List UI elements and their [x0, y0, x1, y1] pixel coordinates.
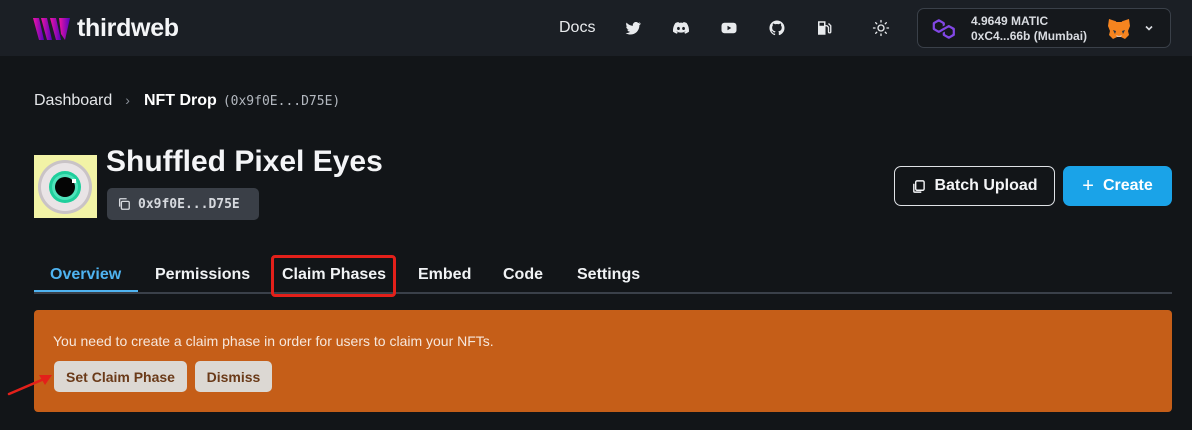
thirdweb-logo-icon: [33, 17, 70, 40]
tab-code[interactable]: Code: [503, 266, 543, 284]
sun-icon[interactable]: [872, 19, 890, 37]
pointer-arrow-icon: [7, 375, 52, 396]
metamask-fox-icon: [1108, 19, 1130, 39]
wallet-balance: 4.9649 MATIC: [971, 14, 1049, 28]
breadcrumb-address: (0x9f0E...D75E): [222, 94, 341, 109]
alert-message: You need to create a claim phase in orde…: [53, 333, 494, 349]
create-button[interactable]: + Create: [1063, 166, 1172, 206]
github-icon[interactable]: [768, 19, 786, 37]
youtube-icon[interactable]: [720, 19, 738, 37]
brand-logo[interactable]: thirdweb: [33, 14, 179, 43]
copy-icon: [118, 198, 130, 210]
wallet-address: 0xC4...66b (Mumbai): [971, 29, 1088, 43]
discord-icon[interactable]: [672, 19, 690, 37]
contract-address-copy-button[interactable]: 0x9f0E...D75E: [107, 188, 259, 220]
breadcrumb: Dashboard › NFT Drop (0x9f0E...D75E): [34, 92, 340, 110]
batch-upload-label: Batch Upload: [934, 177, 1038, 194]
tab-settings[interactable]: Settings: [577, 266, 640, 284]
polygon-icon: [932, 19, 955, 39]
tab-embed[interactable]: Embed: [418, 266, 471, 284]
breadcrumb-current: NFT Drop: [143, 92, 217, 109]
chevron-down-icon: [1145, 25, 1153, 31]
dismiss-button[interactable]: Dismiss: [195, 361, 272, 392]
breadcrumb-dashboard[interactable]: Dashboard: [34, 92, 112, 110]
contract-address: 0x9f0E...D75E: [138, 196, 240, 212]
set-claim-phase-button[interactable]: Set Claim Phase: [54, 361, 187, 392]
contract-title: Shuffled Pixel Eyes: [106, 145, 383, 178]
gas-pump-icon[interactable]: [815, 19, 833, 37]
docs-link[interactable]: Docs: [559, 19, 595, 37]
top-bar: thirdweb Docs 4.9649 MATIC 0xC4...66b (M…: [0, 0, 1192, 56]
create-label: Create: [1102, 177, 1153, 194]
claim-phase-alert: You need to create a claim phase in orde…: [34, 310, 1172, 412]
copy-stack-icon: [913, 179, 926, 193]
contract-tabs: Overview Permissions Claim Phases Embed …: [34, 256, 1172, 294]
pixel-eye-image: [34, 155, 97, 218]
batch-upload-button[interactable]: Batch Upload: [894, 166, 1055, 206]
tab-permissions[interactable]: Permissions: [155, 266, 250, 284]
tab-overview[interactable]: Overview: [50, 266, 121, 284]
contract-thumbnail: [34, 155, 97, 218]
breadcrumb-separator: ›: [125, 92, 130, 108]
plus-icon: +: [1082, 174, 1094, 197]
claim-phases-highlight: [271, 255, 396, 297]
wallet-button[interactable]: 4.9649 MATIC 0xC4...66b (Mumbai): [917, 8, 1171, 48]
brand-name: thirdweb: [77, 14, 179, 42]
active-tab-indicator: [34, 290, 138, 292]
twitter-icon[interactable]: [624, 19, 642, 37]
